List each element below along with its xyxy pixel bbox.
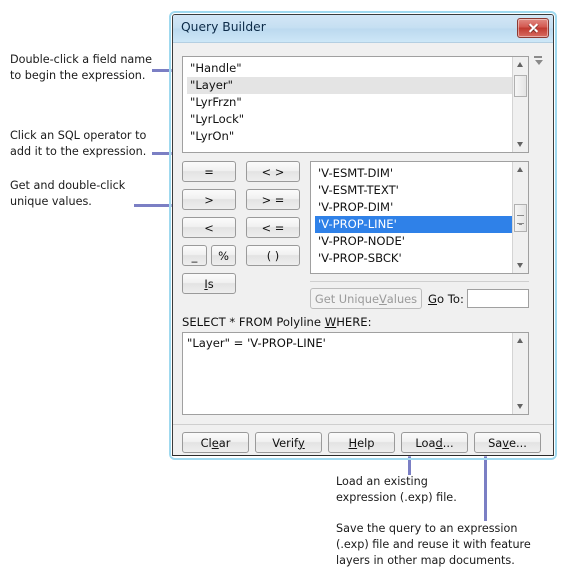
expression-input[interactable]: "Layer" = 'V-PROP-LINE' <box>182 332 529 415</box>
operator-underscore-label: _ <box>191 248 198 263</box>
operator-less-than-button[interactable]: < <box>182 217 236 238</box>
field-list-scrollbar[interactable] <box>512 57 528 152</box>
operator-underscore-wildcard-button[interactable]: _ <box>182 245 207 266</box>
go-to-input[interactable] <box>467 289 529 308</box>
operator-is-button[interactable]: Is <box>182 273 236 294</box>
operator-greater-than-label: > <box>204 192 214 207</box>
unique-values-list[interactable]: 'V-ESMT-DIM' 'V-ESMT-TEXT' 'V-PROP-DIM' … <box>310 161 529 274</box>
annotation-field-name: Double-click a field name to begin the e… <box>10 53 153 82</box>
divider <box>173 424 553 425</box>
operator-not-equals-button[interactable]: < > <box>246 161 300 182</box>
load-button[interactable]: Loa d... <box>401 432 468 453</box>
operator-less-or-equal-button[interactable]: < = <box>246 217 300 238</box>
operator-parentheses-label: ( ) <box>266 248 280 263</box>
annotation-load: Load an existing expression (.exp) file. <box>336 475 457 504</box>
list-item[interactable]: "Layer" <box>187 77 512 94</box>
operator-percent-wildcard-button[interactable]: % <box>211 245 236 266</box>
dialog-title: Query Builder <box>181 20 266 34</box>
divider <box>310 281 529 282</box>
operator-less-or-equal-label: < = <box>261 220 285 235</box>
operator-equals-label: = <box>204 164 214 179</box>
scroll-down-icon[interactable] <box>513 258 528 273</box>
list-item[interactable]: "LyrLock" <box>187 111 512 128</box>
annotation-sql-operator: Click an SQL operator to add it to the e… <box>10 129 147 158</box>
dialog-title-bar[interactable]: Query Builder <box>173 15 553 43</box>
list-item[interactable]: "Handle" <box>187 60 512 77</box>
operator-greater-or-equal-label: > = <box>261 192 285 207</box>
list-options-icon[interactable] <box>532 54 545 67</box>
scroll-up-icon[interactable] <box>513 333 528 348</box>
dialog-client-area: "Handle" "Layer" "LyrFrzn" "LyrLock" "Ly… <box>173 43 553 455</box>
expression-scrollbar[interactable] <box>512 333 528 414</box>
expression-text: "Layer" = 'V-PROP-LINE' <box>187 336 326 350</box>
where-label: SELECT * FROM Polyline WHERE: <box>182 315 372 329</box>
list-item[interactable]: "LyrOn" <box>187 128 512 145</box>
unique-values-items: 'V-ESMT-DIM' 'V-ESMT-TEXT' 'V-PROP-DIM' … <box>311 162 512 273</box>
list-item[interactable]: 'V-PROP-SBCK' <box>315 250 512 267</box>
scroll-up-icon[interactable] <box>513 162 528 177</box>
field-list-items: "Handle" "Layer" "LyrFrzn" "LyrLock" "Ly… <box>183 57 512 152</box>
operator-percent-label: % <box>218 248 229 263</box>
get-unique-values-button[interactable]: Get Unique Values <box>310 288 422 309</box>
unique-values-scrollbar[interactable] <box>512 162 528 273</box>
go-to-label: Go To: <box>428 292 464 306</box>
operator-greater-than-button[interactable]: > <box>182 189 236 210</box>
clear-button[interactable]: Cl e ar <box>182 432 249 453</box>
operator-equals-button[interactable]: = <box>182 161 236 182</box>
scrollbar-thumb[interactable] <box>514 204 527 232</box>
list-item[interactable]: 'V-PROP-DIM' <box>315 199 512 216</box>
list-item[interactable]: 'V-ESMT-TEXT' <box>315 182 512 199</box>
scrollbar-thumb[interactable] <box>514 75 527 97</box>
annotation-save: Save the query to an expression (.exp) f… <box>336 522 531 567</box>
scroll-down-icon[interactable] <box>513 399 528 414</box>
operator-less-than-label: < <box>204 220 214 235</box>
query-builder-dialog: Query Builder "Handle" "Layer" "LyrFrzn"… <box>172 14 554 456</box>
list-item[interactable]: 'V-PROP-NODE' <box>315 233 512 250</box>
list-item[interactable]: "LyrFrzn" <box>187 94 512 111</box>
close-icon[interactable] <box>517 18 549 38</box>
operator-parentheses-button[interactable]: ( ) <box>246 245 300 266</box>
help-button[interactable]: Help <box>328 432 395 453</box>
operator-greater-or-equal-button[interactable]: > = <box>246 189 300 210</box>
scroll-up-icon[interactable] <box>513 57 528 72</box>
scroll-down-icon[interactable] <box>513 137 528 152</box>
list-item[interactable]: 'V-PROP-LINE' <box>315 216 512 233</box>
operator-not-equals-label: < > <box>261 164 285 179</box>
field-list[interactable]: "Handle" "Layer" "LyrFrzn" "LyrLock" "Ly… <box>182 56 529 153</box>
save-button[interactable]: Sa v e... <box>474 432 541 453</box>
verify-button[interactable]: Verif y <box>255 432 322 453</box>
list-item[interactable]: 'V-ESMT-DIM' <box>315 165 512 182</box>
